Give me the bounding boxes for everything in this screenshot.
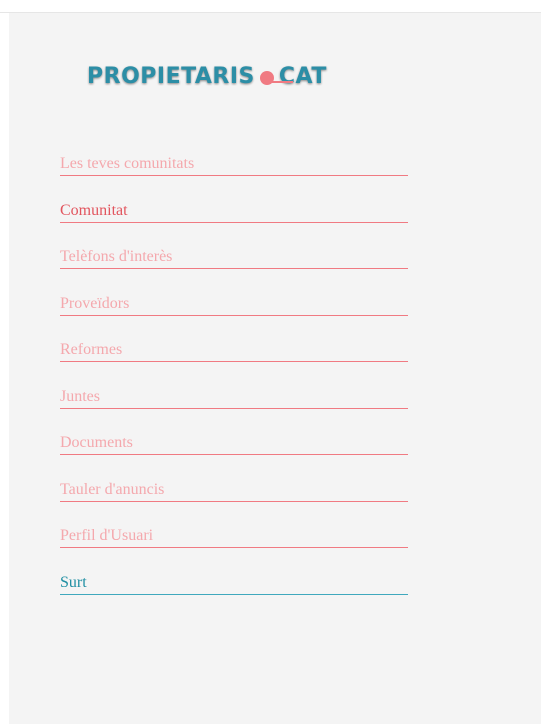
menu-item-documents[interactable]: Documents xyxy=(60,432,408,455)
menu-item-juntes[interactable]: Juntes xyxy=(60,386,408,409)
main-menu: Les teves comunitats Comunitat Telèfons … xyxy=(60,153,408,618)
menu-item-telefons-interes[interactable]: Telèfons d'interès xyxy=(60,246,408,269)
menu-item-les-teves-comunitats[interactable]: Les teves comunitats xyxy=(60,153,408,176)
logo-text-right: CAT xyxy=(278,63,327,89)
menu-item-tauler-anuncis[interactable]: Tauler d'anuncis xyxy=(60,479,408,502)
menu-item-reformes[interactable]: Reformes xyxy=(60,339,408,362)
logo-underline xyxy=(269,81,293,83)
logo-text-left: PROPIETARIS xyxy=(87,63,255,89)
menu-item-perfil-usuari[interactable]: Perfil d'Usuari xyxy=(60,525,408,548)
menu-item-surt[interactable]: Surt xyxy=(60,572,408,595)
top-rule xyxy=(0,0,541,13)
menu-item-comunitat[interactable]: Comunitat xyxy=(60,200,408,223)
brand-logo[interactable]: PROPIETARIS CAT xyxy=(87,61,327,91)
menu-item-proveidors[interactable]: Proveïdors xyxy=(60,293,408,316)
